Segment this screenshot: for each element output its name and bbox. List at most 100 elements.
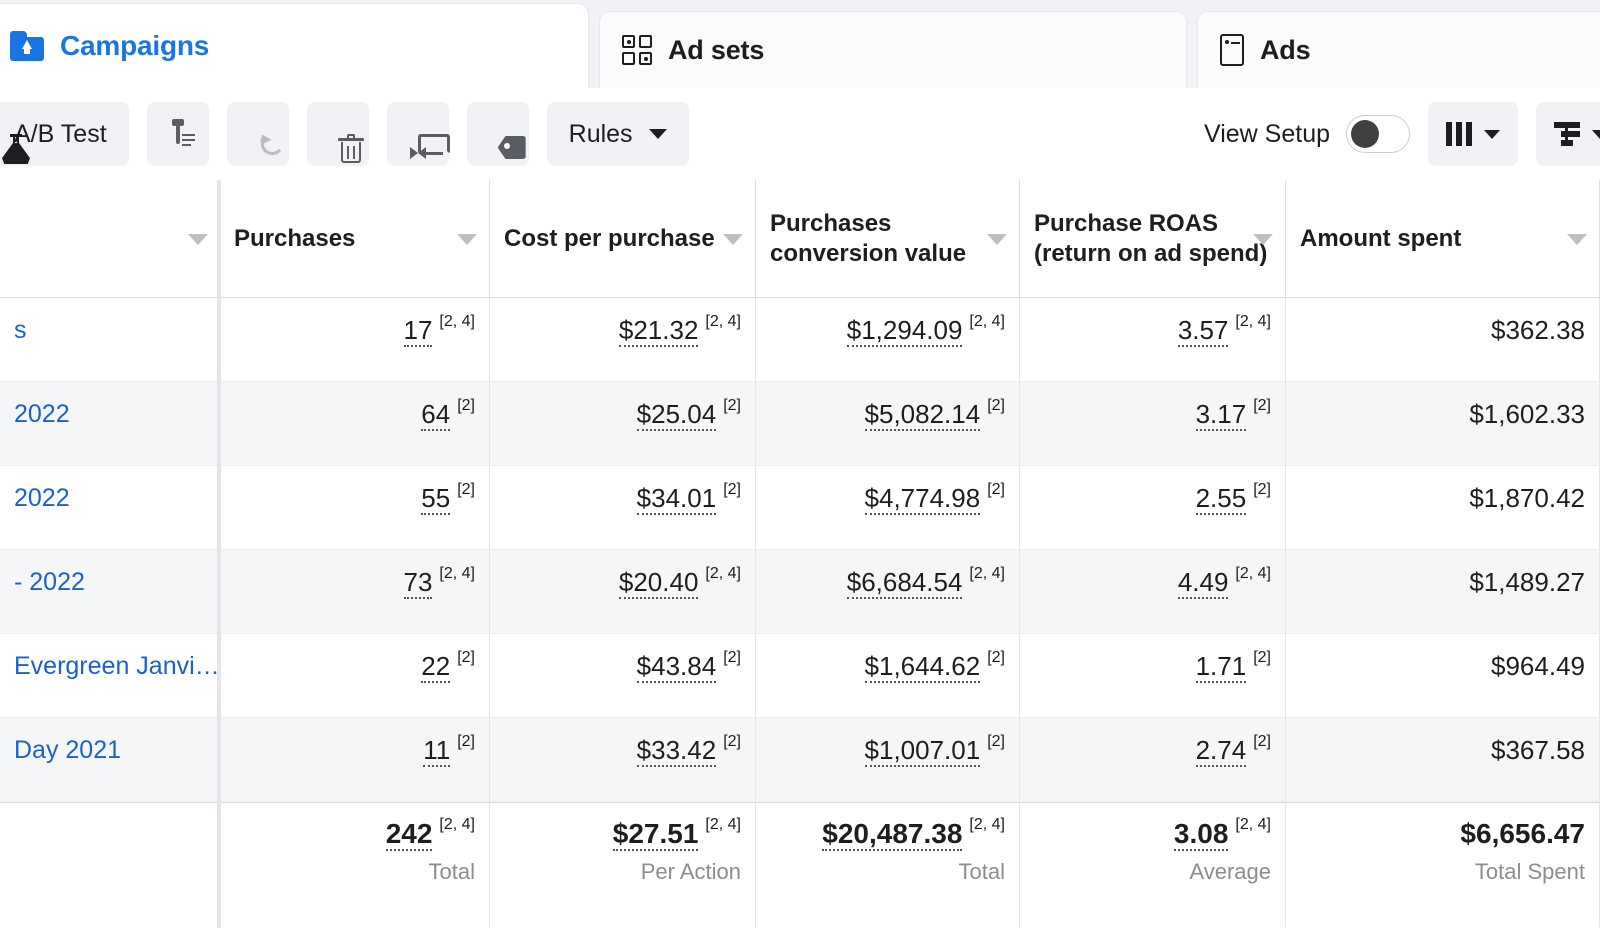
value-cost-per-purchase: $20.40 bbox=[618, 567, 699, 599]
cell-cost-per-purchase: $25.04 [2] bbox=[490, 382, 756, 465]
footnote-marker: [2] bbox=[1253, 649, 1271, 666]
cell-cost-per-purchase: $21.32 [2, 4] bbox=[490, 298, 756, 381]
footnote-marker: [2, 4] bbox=[1235, 816, 1271, 833]
footnote-marker: [2] bbox=[1253, 397, 1271, 414]
rules-button[interactable]: Rules bbox=[546, 102, 689, 166]
campaign-name-link[interactable]: Evergreen Janvi… bbox=[14, 652, 220, 681]
footnote-marker: [2, 4] bbox=[705, 565, 741, 582]
sort-caret-icon[interactable] bbox=[188, 233, 208, 245]
column-header-purchases-conversion-value[interactable]: Purchases conversion value bbox=[756, 180, 1020, 297]
campaign-name-link[interactable]: s bbox=[14, 316, 27, 345]
footnote-marker: [2, 4] bbox=[1235, 313, 1271, 330]
cell-campaign-name[interactable]: s bbox=[0, 298, 220, 381]
totals-sublabel-amount-spent: Total Spent bbox=[1474, 858, 1585, 884]
ab-test-label: A/B Test bbox=[14, 119, 107, 148]
value-amount-spent: $1,489.27 bbox=[1469, 567, 1585, 597]
sort-caret-icon[interactable] bbox=[1253, 233, 1273, 245]
tab-campaigns[interactable]: Campaigns bbox=[0, 4, 588, 88]
footnote-marker: [2, 4] bbox=[439, 313, 475, 330]
column-header-cost-per-purchase[interactable]: Cost per purchase bbox=[490, 180, 756, 297]
cell-purchase-roas: 1.71 [2] bbox=[1020, 634, 1286, 717]
columns-icon bbox=[1446, 122, 1472, 146]
delete-button[interactable] bbox=[306, 102, 369, 166]
undo-button[interactable] bbox=[226, 102, 289, 166]
cell-purchases: 55 [2] bbox=[220, 466, 490, 549]
chevron-down-icon bbox=[648, 129, 667, 139]
column-header-amount-spent[interactable]: Amount spent bbox=[1286, 180, 1600, 297]
totals-cell-purchases: 242 [2, 4] Total bbox=[220, 803, 490, 927]
tab-ads[interactable]: Ads bbox=[1198, 12, 1600, 88]
totals-value-purchase-roas: 3.08 bbox=[1173, 818, 1229, 851]
tab-ad-sets[interactable]: Ad sets bbox=[600, 12, 1186, 88]
column-header-name[interactable] bbox=[0, 180, 220, 297]
cell-purchases: 64 [2] bbox=[220, 382, 490, 465]
footnote-marker: [2, 4] bbox=[969, 313, 1005, 330]
cell-cost-per-purchase: $20.40 [2, 4] bbox=[490, 550, 756, 633]
value-purchase-roas: 2.74 bbox=[1195, 735, 1247, 767]
totals-cell-purchases-conversion-value: $20,487.38 [2, 4] Total bbox=[756, 803, 1020, 927]
cell-campaign-name[interactable]: 2022 bbox=[0, 382, 220, 465]
totals-value-purchases-conversion-value: $20,487.38 bbox=[822, 818, 963, 851]
campaign-name-link[interactable]: 2022 bbox=[14, 400, 70, 429]
breakdown-button[interactable] bbox=[1536, 102, 1600, 166]
table-row[interactable]: Evergreen Janvi… 22 [2] $43.84 [2] $1,644.62 [… bbox=[0, 634, 1600, 718]
value-purchases: 17 bbox=[403, 315, 433, 347]
value-amount-spent: $964.49 bbox=[1491, 651, 1585, 681]
table-row[interactable]: Day 2021 11 [2] $33.42 [2] $1,007.01 [2] 2.74 [2… bbox=[0, 718, 1600, 802]
tag-button[interactable] bbox=[466, 102, 529, 166]
footnote-marker: [2] bbox=[987, 481, 1005, 498]
campaigns-table: Purchases Cost per purchase Purchases co… bbox=[0, 180, 1600, 928]
footnote-marker: [2, 4] bbox=[969, 816, 1005, 833]
footnote-marker: [2, 4] bbox=[439, 816, 475, 833]
footnote-marker: [2, 4] bbox=[439, 565, 475, 582]
footnote-marker: [2] bbox=[987, 733, 1005, 750]
cell-purchases-conversion-value: $6,684.54 [2, 4] bbox=[756, 550, 1020, 633]
cell-campaign-name[interactable]: Day 2021 bbox=[0, 718, 220, 801]
columns-button[interactable] bbox=[1428, 102, 1518, 166]
footnote-marker: [2] bbox=[457, 397, 475, 414]
column-header-purchases[interactable]: Purchases bbox=[220, 180, 490, 297]
column-header-cost-per-purchase-label: Cost per purchase bbox=[504, 224, 715, 252]
campaign-name-link[interactable]: - 2022 bbox=[14, 568, 85, 597]
footnote-marker: [2] bbox=[723, 481, 741, 498]
cell-purchases-conversion-value: $1,294.09 [2, 4] bbox=[756, 298, 1020, 381]
cell-amount-spent: $1,870.42 bbox=[1286, 466, 1600, 549]
tab-ad-sets-label: Ad sets bbox=[668, 34, 765, 65]
totals-cell-purchase-roas: 3.08 [2, 4] Average bbox=[1020, 803, 1286, 927]
table-row[interactable]: 2022 64 [2] $25.04 [2] $5,082.14 [2] 3.17 [2] $1,… bbox=[0, 382, 1600, 466]
table-row[interactable]: 2022 55 [2] $34.01 [2] $4,774.98 [2] 2.55 [2] $1,… bbox=[0, 466, 1600, 550]
campaign-name-link[interactable]: 2022 bbox=[14, 484, 70, 513]
cell-amount-spent: $964.49 bbox=[1286, 634, 1600, 717]
footnote-marker: [2, 4] bbox=[1235, 565, 1271, 582]
cell-purchases: 22 [2] bbox=[220, 634, 490, 717]
move-button[interactable] bbox=[386, 102, 450, 166]
cell-campaign-name[interactable]: - 2022 bbox=[0, 550, 220, 633]
sort-caret-icon[interactable] bbox=[457, 233, 477, 245]
value-purchases-conversion-value: $5,082.14 bbox=[864, 399, 981, 431]
value-purchase-roas: 2.55 bbox=[1195, 483, 1247, 515]
campaign-name-link[interactable]: Day 2021 bbox=[14, 736, 121, 765]
column-header-purchase-roas[interactable]: Purchase ROAS (return on ad spend) bbox=[1020, 180, 1286, 297]
cell-purchases: 11 [2] bbox=[220, 718, 490, 801]
clipboard-icon bbox=[175, 123, 195, 146]
totals-cell-name bbox=[0, 803, 220, 927]
sort-caret-icon[interactable] bbox=[987, 233, 1007, 245]
value-amount-spent: $1,602.33 bbox=[1469, 399, 1585, 429]
value-purchases-conversion-value: $1,294.09 bbox=[846, 315, 963, 347]
sort-caret-icon[interactable] bbox=[723, 233, 743, 245]
table-row[interactable]: s 17 [2, 4] $21.32 [2, 4] $1,294.09 [2, 4] 3.57… bbox=[0, 298, 1600, 382]
cell-campaign-name[interactable]: 2022 bbox=[0, 466, 220, 549]
sort-caret-icon[interactable] bbox=[1567, 233, 1587, 245]
view-setup-toggle[interactable] bbox=[1346, 115, 1410, 153]
value-purchases-conversion-value: $1,644.62 bbox=[864, 651, 981, 683]
duplicate-button[interactable] bbox=[146, 102, 209, 166]
ab-test-button[interactable]: A/B Test bbox=[0, 102, 129, 166]
value-purchase-roas: 1.71 bbox=[1195, 651, 1247, 683]
chevron-down-icon bbox=[1484, 129, 1500, 139]
value-purchase-roas: 4.49 bbox=[1177, 567, 1229, 599]
totals-sublabel-purchases-conversion-value: Total bbox=[958, 858, 1005, 884]
value-purchases-conversion-value: $1,007.01 bbox=[864, 735, 981, 767]
breakdown-rows-icon bbox=[1554, 122, 1580, 146]
cell-campaign-name[interactable]: Evergreen Janvi… bbox=[0, 634, 220, 717]
table-row[interactable]: - 2022 73 [2, 4] $20.40 [2, 4] $6,684.54 [2, 4… bbox=[0, 550, 1600, 634]
